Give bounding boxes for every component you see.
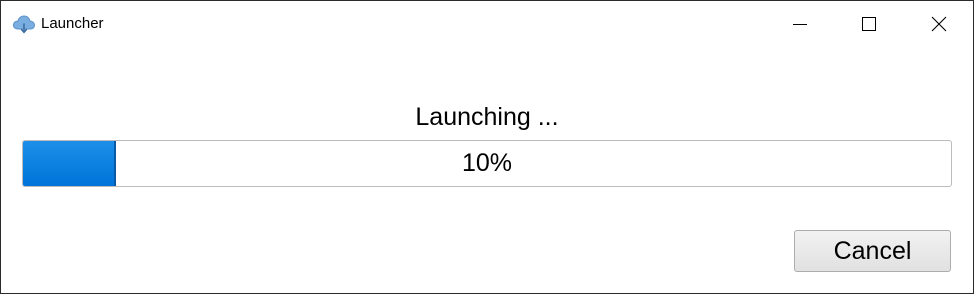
maximize-button[interactable] [846, 1, 892, 47]
launcher-window: Launcher Launching ... 10% Cancel [0, 0, 974, 294]
progress-label: 10% [461, 149, 513, 177]
cloud-download-icon [12, 13, 36, 35]
title-bar[interactable]: Launcher [1, 1, 973, 47]
window-title: Launcher [41, 15, 104, 32]
cancel-button[interactable]: Cancel [794, 230, 951, 272]
close-button[interactable] [916, 1, 962, 47]
minimize-button[interactable] [777, 1, 823, 47]
progress-bar: 10% [22, 140, 952, 187]
status-text: Launching ... [415, 103, 559, 131]
